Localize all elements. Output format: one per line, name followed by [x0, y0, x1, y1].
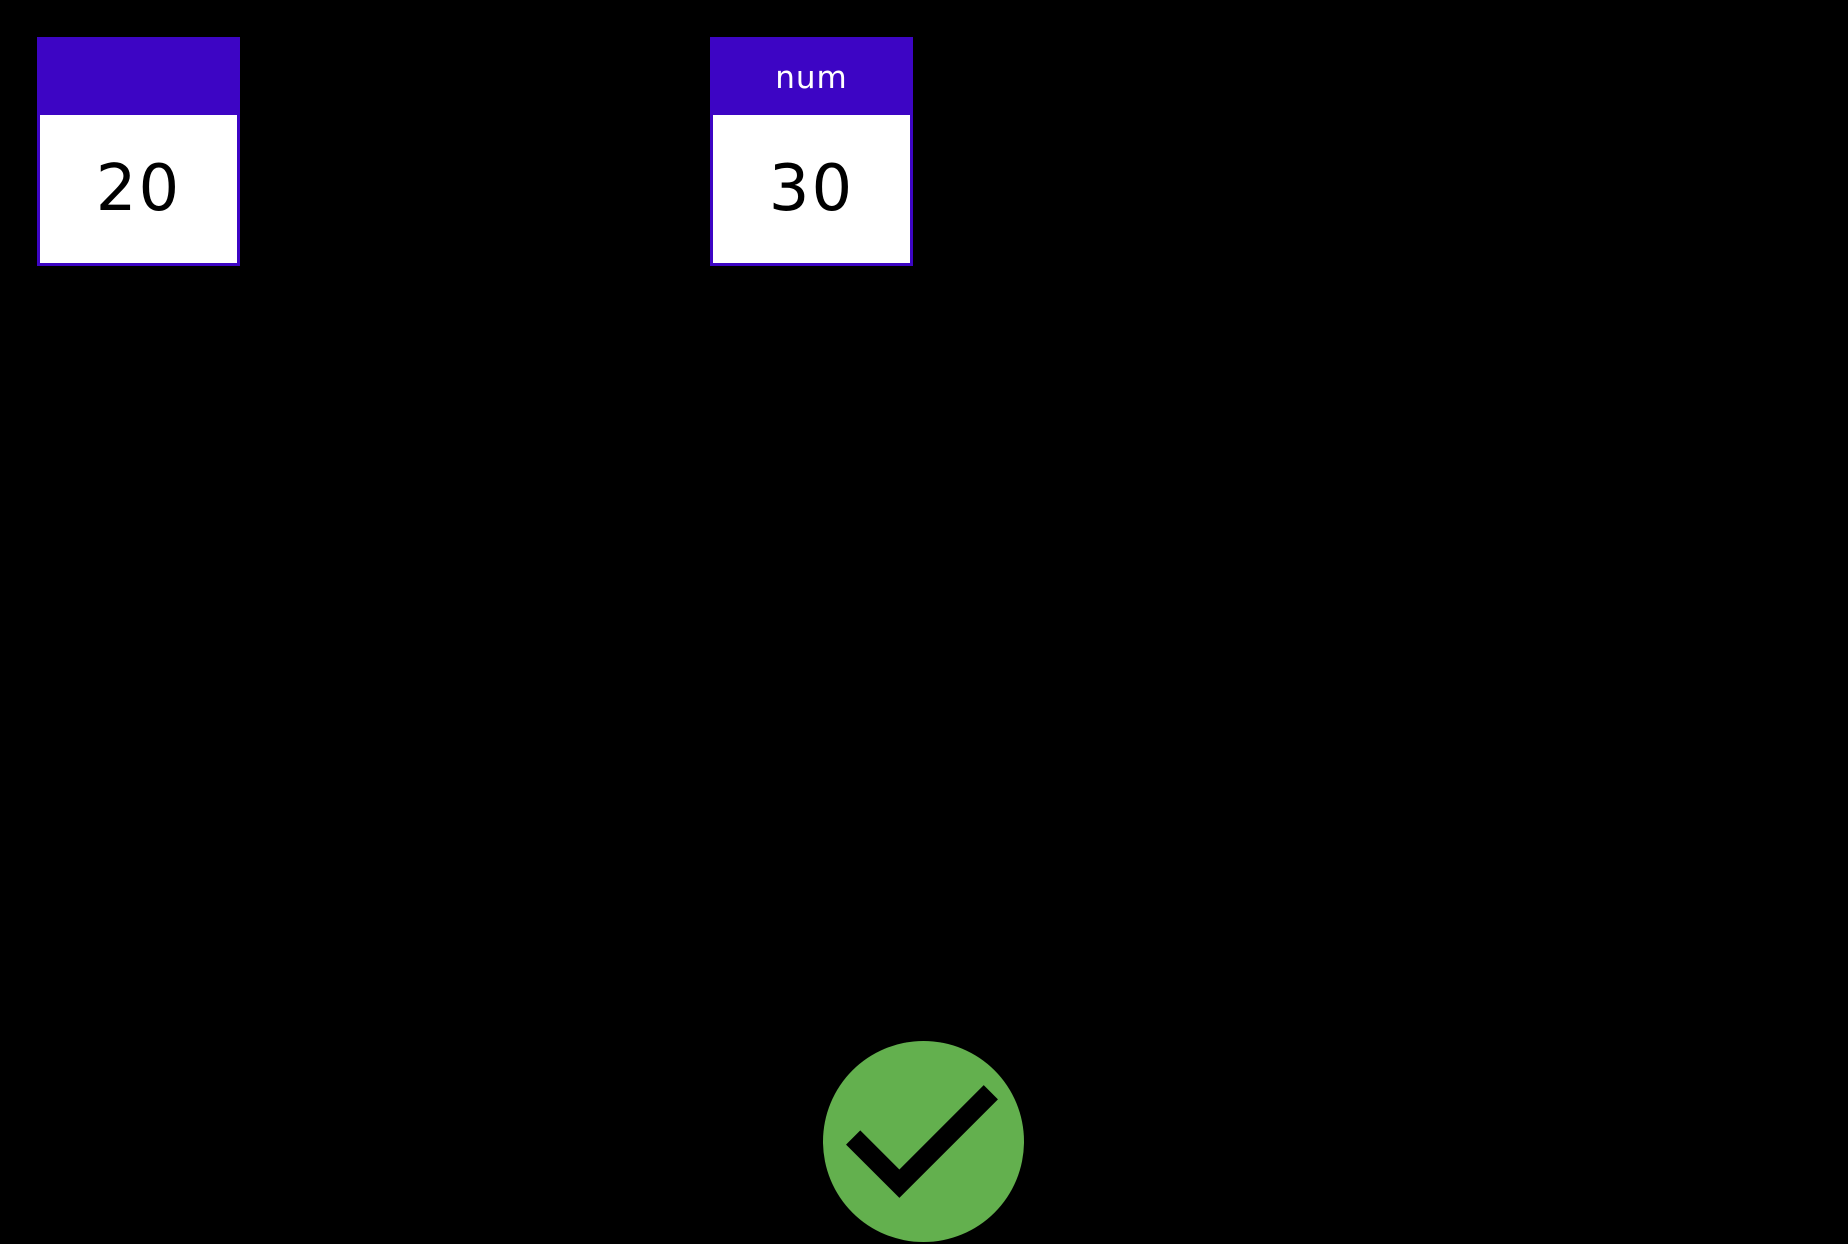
variable-box: 20 [37, 37, 240, 266]
variable-value: 30 [713, 115, 910, 263]
check-circle-icon [823, 1041, 1024, 1242]
diagram-canvas: 20 num 30 [0, 0, 1848, 1244]
variable-name-header [40, 40, 237, 115]
variable-name-header: num [713, 40, 910, 115]
variable-value: 20 [40, 115, 237, 263]
variable-box-num: num 30 [710, 37, 913, 266]
